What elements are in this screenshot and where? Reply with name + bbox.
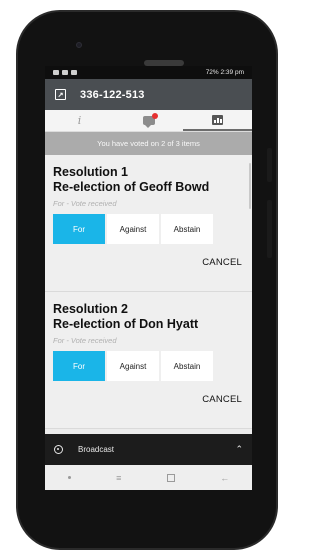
broadcast-label: Broadcast — [78, 445, 115, 454]
vote-options: For Against Abstain — [53, 351, 244, 381]
volume-button — [267, 200, 272, 258]
exit-icon[interactable]: ↗ — [55, 89, 66, 100]
vote-for-button[interactable]: For — [53, 214, 105, 244]
tab-bar: i — [45, 110, 252, 132]
vote-progress-banner: You have voted on 2 of 3 items — [45, 132, 252, 155]
tab-results[interactable] — [183, 110, 252, 131]
vote-abstain-button[interactable]: Abstain — [161, 214, 213, 244]
assistant-dot-icon[interactable] — [67, 476, 71, 479]
tab-info[interactable]: i — [45, 110, 114, 131]
recents-icon[interactable] — [166, 473, 175, 482]
app-bar: ↗ 336-122-513 — [45, 79, 252, 110]
chart-icon — [212, 114, 223, 125]
menu-icon[interactable]: ≡ — [116, 473, 121, 483]
broadcast-icon — [54, 445, 63, 454]
status-right-text: 72% 2:39 pm — [205, 69, 244, 76]
cancel-vote-button[interactable]: CANCEL — [53, 257, 244, 268]
tab-messages[interactable] — [114, 110, 183, 131]
resolution-name: Re-election of Don Hyatt — [53, 317, 199, 331]
image-icon — [53, 70, 59, 75]
android-nav-bar: ≡ ← — [45, 465, 252, 490]
info-icon: i — [77, 114, 82, 127]
resolution-number: Resolution 2 — [53, 302, 129, 316]
resolution-number: Resolution 1 — [53, 165, 129, 179]
front-camera — [76, 42, 82, 48]
vote-for-button[interactable]: For — [53, 351, 105, 381]
notification-badge — [151, 113, 158, 119]
cancel-vote-button[interactable]: CANCEL — [53, 394, 244, 405]
vote-options: For Against Abstain — [53, 214, 244, 244]
vote-status: For - Vote received — [53, 199, 117, 208]
gallery-icon — [71, 70, 77, 75]
chevron-up-icon[interactable]: ⌃ — [235, 444, 243, 455]
broadcast-bar[interactable]: Broadcast ⌃ — [45, 434, 252, 465]
status-bar: 72% 2:39 pm — [45, 66, 252, 79]
resolution-name: Re-election of Geoff Bowd — [53, 180, 210, 194]
resolution-card: Resolution 1 Re-election of Geoff Bowd F… — [45, 155, 252, 292]
resolution-card: Resolution 2 Re-election of Don Hyatt Fo… — [45, 292, 252, 429]
resolution-list[interactable]: Resolution 1 Re-election of Geoff Bowd F… — [45, 155, 252, 465]
device-screen: 72% 2:39 pm ↗ 336-122-513 i You have vot… — [45, 66, 252, 490]
meeting-id-title: 336-122-513 — [80, 88, 145, 101]
vote-against-button[interactable]: Against — [107, 214, 159, 244]
vote-status: For - Vote received — [53, 336, 117, 345]
vote-against-button[interactable]: Against — [107, 351, 159, 381]
scrollbar[interactable] — [249, 163, 251, 209]
vote-abstain-button[interactable]: Abstain — [161, 351, 213, 381]
whatsapp-icon — [62, 70, 68, 75]
back-icon[interactable]: ← — [220, 473, 229, 483]
power-button — [267, 148, 272, 182]
